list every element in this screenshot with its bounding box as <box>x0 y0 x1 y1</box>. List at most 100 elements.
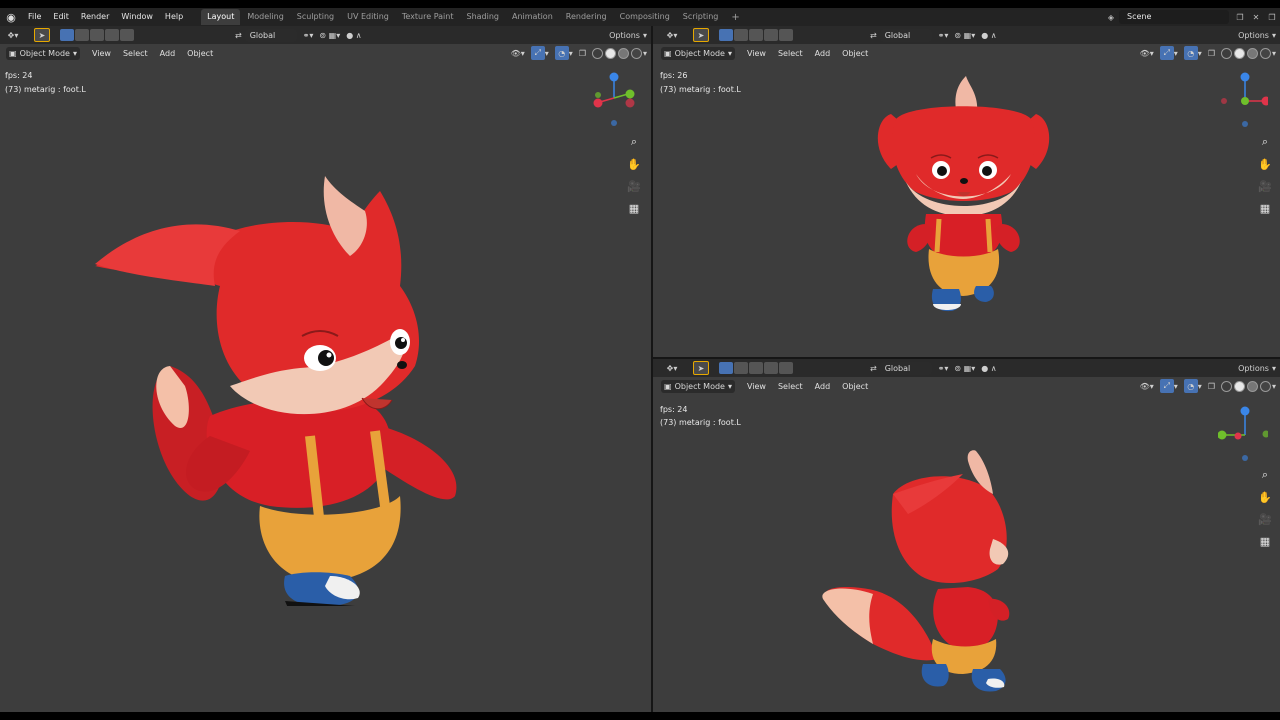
orientation-icon[interactable]: ⇄ <box>870 28 877 42</box>
select-tool-icon[interactable]: ➤ <box>34 28 50 42</box>
menu-render[interactable]: Render <box>75 8 115 26</box>
shading-chevron-icon[interactable]: ▾ <box>1272 46 1276 60</box>
orientation-icon[interactable]: ⇄ <box>235 28 242 42</box>
overlay-chevron-icon[interactable]: ▾ <box>1198 379 1202 393</box>
pivot-icon[interactable]: ⚭▾ <box>303 28 314 42</box>
scene-name-field[interactable]: Scene <box>1119 10 1229 24</box>
menu-object[interactable]: Object <box>181 49 219 58</box>
zoom-icon[interactable]: ⌕ <box>1256 466 1274 484</box>
overlay-toggle-icon[interactable]: ◔ <box>1183 379 1198 393</box>
options-button[interactable]: Options <box>609 28 640 42</box>
viewport-top-right[interactable]: ✥▾ ➤ ⇄ Global ⚭▾ ⊚ ▦▾ ● ∧ Options ▾ ▣ Ob… <box>653 26 1280 357</box>
menu-add[interactable]: Add <box>154 49 182 58</box>
menu-file[interactable]: File <box>22 8 47 26</box>
menu-edit[interactable]: Edit <box>47 8 75 26</box>
pan-hand-icon[interactable]: ✋ <box>1256 488 1274 506</box>
menu-select[interactable]: Select <box>772 382 809 391</box>
menu-view[interactable]: View <box>86 49 117 58</box>
menu-select[interactable]: Select <box>772 49 809 58</box>
mode-dropdown[interactable]: ▣ Object Mode ▾ <box>661 46 735 60</box>
fox-character-model[interactable] <box>80 136 480 606</box>
viewport-left[interactable]: ✥▾ ➤ ⇄ Global ⚭▾ ⊚ ▦▾ ● ∧ Options ▾ ▣ Ob… <box>0 26 651 712</box>
options-button[interactable]: Options <box>1238 361 1269 375</box>
select-mode-buttons[interactable] <box>719 361 794 375</box>
shading-chevron-icon[interactable]: ▾ <box>643 46 647 60</box>
menu-select[interactable]: Select <box>117 49 154 58</box>
gizmo-toggle-icon[interactable]: ⤢ <box>1159 379 1174 393</box>
editor-type-icon[interactable]: ✥▾ <box>0 28 26 42</box>
editor-type-icon[interactable]: ✥▾ <box>659 361 685 375</box>
rendered-shading-icon[interactable] <box>1259 47 1271 59</box>
proportional-edit-icon[interactable]: ● ∧ <box>981 28 996 42</box>
navigation-gizmo[interactable] <box>1218 68 1268 128</box>
solid-shading-icon[interactable] <box>1233 380 1245 392</box>
overlay-toggle-icon[interactable]: ◔ <box>554 46 569 60</box>
grid-icon[interactable]: ▦ <box>1256 199 1274 217</box>
zoom-icon[interactable]: ⌕ <box>625 133 643 151</box>
grid-icon[interactable]: ▦ <box>625 199 643 217</box>
xray-icon[interactable]: ❐ <box>1208 379 1215 393</box>
menu-window[interactable]: Window <box>115 8 159 26</box>
pivot-icon[interactable]: ⚭▾ <box>938 28 949 42</box>
gizmo-toggle-icon[interactable]: ⤢ <box>1159 46 1174 60</box>
blender-logo-icon[interactable]: ◉ <box>0 8 22 26</box>
tab-compositing[interactable]: Compositing <box>614 9 676 25</box>
wireframe-shading-icon[interactable] <box>1220 380 1232 392</box>
fox-character-model[interactable] <box>871 74 1056 314</box>
gizmo-chevron-icon[interactable]: ▾ <box>545 46 549 60</box>
menu-add[interactable]: Add <box>809 49 837 58</box>
navigation-gizmo[interactable] <box>1218 402 1268 462</box>
orientation-dropdown[interactable]: Global <box>879 361 932 375</box>
fox-character-model[interactable] <box>818 449 1033 699</box>
options-chevron-icon[interactable]: ▾ <box>643 28 647 42</box>
new-scene-icon[interactable]: ❐ <box>1232 10 1248 24</box>
menu-object[interactable]: Object <box>836 382 874 391</box>
pan-hand-icon[interactable]: ✋ <box>625 155 643 173</box>
wireframe-shading-icon[interactable] <box>1220 47 1232 59</box>
snap-icon[interactable]: ⊚ ▦▾ <box>954 361 975 375</box>
rendered-shading-icon[interactable] <box>1259 380 1271 392</box>
tab-rendering[interactable]: Rendering <box>560 9 613 25</box>
editor-type-icon[interactable]: ✥▾ <box>659 28 685 42</box>
overlay-chevron-icon[interactable]: ▾ <box>1198 46 1202 60</box>
snap-icon[interactable]: ⊚ ▦▾ <box>954 28 975 42</box>
pivot-icon[interactable]: ⚭▾ <box>938 361 949 375</box>
tab-layout[interactable]: Layout <box>201 9 241 25</box>
tab-shading[interactable]: Shading <box>460 9 505 25</box>
proportional-edit-icon[interactable]: ● ∧ <box>346 28 361 42</box>
proportional-edit-icon[interactable]: ● ∧ <box>981 361 996 375</box>
select-tool-icon[interactable]: ➤ <box>693 361 709 375</box>
menu-view[interactable]: View <box>741 49 772 58</box>
gizmo-chevron-icon[interactable]: ▾ <box>1174 46 1178 60</box>
solid-shading-icon[interactable] <box>604 47 616 59</box>
tab-modeling[interactable]: Modeling <box>241 9 289 25</box>
menu-view[interactable]: View <box>741 382 772 391</box>
delete-scene-icon[interactable]: ✕ <box>1248 10 1264 24</box>
options-chevron-icon[interactable]: ▾ <box>1272 361 1276 375</box>
select-tool-icon[interactable]: ➤ <box>693 28 709 42</box>
options-button[interactable]: Options <box>1238 28 1269 42</box>
solid-shading-icon[interactable] <box>1233 47 1245 59</box>
add-workspace-icon[interactable]: + <box>725 12 745 23</box>
tab-animation[interactable]: Animation <box>506 9 559 25</box>
snap-icon[interactable]: ⊚ ▦▾ <box>319 28 340 42</box>
rendered-shading-icon[interactable] <box>630 47 642 59</box>
scene-icon[interactable]: ◈ <box>1103 10 1119 24</box>
pan-hand-icon[interactable]: ✋ <box>1256 155 1274 173</box>
navigation-gizmo[interactable] <box>588 68 638 128</box>
visibility-icon[interactable]: 👁▾ <box>511 46 525 60</box>
select-mode-buttons[interactable] <box>719 28 794 42</box>
menu-help[interactable]: Help <box>159 8 189 26</box>
wireframe-shading-icon[interactable] <box>591 47 603 59</box>
tab-texture-paint[interactable]: Texture Paint <box>396 9 460 25</box>
material-shading-icon[interactable] <box>1246 380 1258 392</box>
orientation-dropdown[interactable]: Global <box>244 28 297 42</box>
material-shading-icon[interactable] <box>1246 47 1258 59</box>
options-chevron-icon[interactable]: ▾ <box>1272 28 1276 42</box>
select-mode-buttons[interactable] <box>60 28 135 42</box>
visibility-icon[interactable]: 👁▾ <box>1140 46 1154 60</box>
material-shading-icon[interactable] <box>617 47 629 59</box>
camera-icon[interactable]: 🎥 <box>1256 510 1274 528</box>
camera-icon[interactable]: 🎥 <box>625 177 643 195</box>
mode-dropdown[interactable]: ▣ Object Mode ▾ <box>661 379 735 393</box>
